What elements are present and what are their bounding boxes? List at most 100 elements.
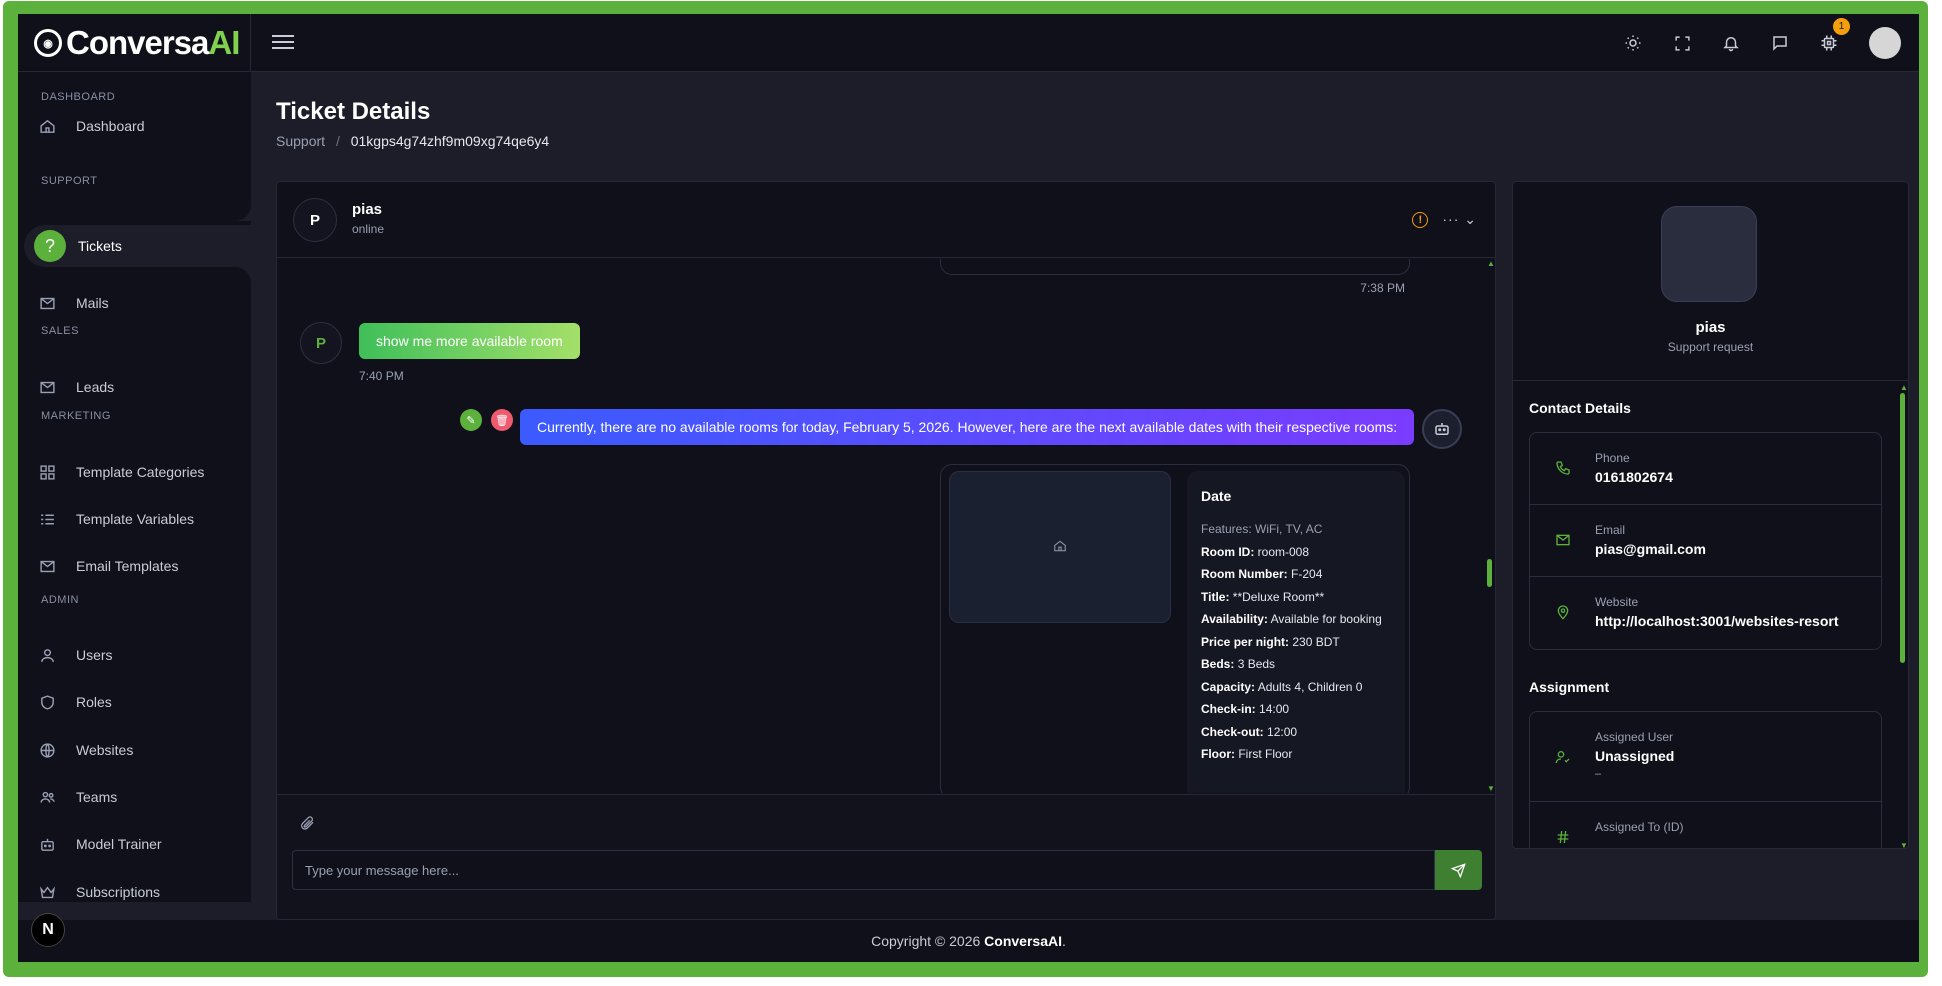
- room-field-row: Capacity: Adults 4, Children 0: [1201, 676, 1391, 699]
- notification-badge: 1: [1833, 18, 1850, 35]
- crown-icon: [38, 883, 56, 901]
- scroll-thumb[interactable]: [1900, 393, 1905, 663]
- alert-icon[interactable]: !: [1412, 211, 1429, 228]
- sidebar-item-label: Tickets: [78, 238, 122, 254]
- nextjs-dev-badge[interactable]: N: [31, 913, 65, 947]
- trash-icon[interactable]: 🗑: [491, 409, 513, 431]
- email-value[interactable]: pias@gmail.com: [1595, 541, 1706, 557]
- room-field-value: 3 Beds: [1237, 657, 1276, 671]
- previous-room-card: [940, 259, 1410, 275]
- website-link[interactable]: http://localhost:3001/websites-resort: [1595, 613, 1839, 629]
- room-card: Date Features: WiFi, TV, AC Room ID: roo…: [940, 464, 1410, 793]
- sidebar-item-tickets[interactable]: ? Tickets: [24, 225, 251, 267]
- sidebar-item-websites[interactable]: Websites: [18, 732, 251, 768]
- home-icon: [38, 117, 56, 135]
- assigned-user-row: Assigned User Unassigned –: [1530, 712, 1881, 802]
- section-support: SUPPORT: [41, 175, 98, 187]
- user-icon: [38, 646, 56, 664]
- location-pin-icon: [1554, 603, 1572, 621]
- menu-toggle-icon[interactable]: [272, 31, 294, 51]
- room-field-label: Floor:: [1201, 747, 1235, 761]
- fullscreen-icon[interactable]: [1671, 32, 1693, 54]
- contact-status: online: [352, 222, 385, 236]
- edit-icon[interactable]: ✎: [460, 409, 482, 431]
- footer-suffix: .: [1061, 933, 1066, 949]
- sidebar-item-label: Mails: [76, 295, 109, 311]
- section-sales: SALES: [41, 325, 79, 337]
- chat-header: P pias online ! ··· ⌄: [277, 182, 1495, 258]
- footer-brand: ConversaAI: [984, 933, 1062, 949]
- breadcrumb-separator: /: [335, 133, 340, 149]
- logo[interactable]: ◉ ConversaAI: [18, 14, 251, 72]
- scroll-up-icon[interactable]: ▲: [1900, 383, 1908, 392]
- contact-avatar: P: [293, 198, 337, 242]
- globe-icon: [38, 741, 56, 759]
- room-field-value: 12:00: [1267, 724, 1298, 739]
- mail-icon: [38, 294, 56, 312]
- sidebar-item-label: Leads: [76, 379, 115, 395]
- sidebar-item-template-categories[interactable]: Template Categories: [18, 454, 251, 490]
- room-field-value: Available for booking: [1270, 612, 1382, 626]
- send-button[interactable]: [1435, 850, 1482, 890]
- sidebar-item-label: Websites: [76, 742, 134, 758]
- message-list[interactable]: 7:38 PM P show me more available room 7:…: [277, 259, 1495, 793]
- list-icon: [38, 510, 56, 528]
- sidebar-item-label: Teams: [76, 789, 118, 805]
- bell-icon[interactable]: [1720, 32, 1742, 54]
- scroll-up-icon[interactable]: ▲: [1487, 259, 1495, 268]
- sidebar-item-label: Users: [76, 647, 113, 663]
- room-fields: Room ID: room-008 Room Number: F-204 Title…: [1201, 541, 1391, 766]
- sidebar-item-subscriptions[interactable]: Subscriptions: [18, 874, 251, 910]
- room-field-value: F-204: [1291, 567, 1323, 581]
- sidebar-item-email-templates[interactable]: Email Templates: [18, 548, 251, 584]
- hash-icon: [1554, 828, 1572, 846]
- home-icon: [1053, 539, 1067, 556]
- breadcrumb: Support / 01kgps4g74zhf9m09xg74qe6y4: [276, 133, 549, 149]
- sidebar-item-leads[interactable]: Leads: [18, 369, 251, 405]
- phone-row: Phone 0161802674: [1530, 433, 1881, 505]
- room-field-row: Room ID: room-008: [1201, 541, 1391, 564]
- profile-image: [1661, 206, 1757, 302]
- sidebar-item-teams[interactable]: Teams: [18, 779, 251, 815]
- user-message-bubble: show me more available room: [359, 323, 580, 359]
- grid-icon: [38, 463, 56, 481]
- sun-icon[interactable]: [1622, 32, 1644, 54]
- paperclip-icon[interactable]: [299, 815, 315, 836]
- room-field-value: **Deluxe Room**: [1232, 589, 1325, 604]
- chat-scrollbar[interactable]: ▲ ▼: [1487, 259, 1495, 793]
- sidebar-item-label: Model Trainer: [76, 836, 162, 852]
- more-options-icon[interactable]: ··· ⌄: [1442, 211, 1477, 228]
- breadcrumb-support-link[interactable]: Support: [276, 133, 325, 149]
- room-field-label: Check-in:: [1201, 702, 1256, 716]
- room-features: Features: WiFi, TV, AC: [1201, 522, 1323, 536]
- screen-frame: ◉ ConversaAI 1 DASHBOARD Dashboard SUPPO…: [0, 0, 1942, 986]
- sidebar-item-users[interactable]: Users: [18, 637, 251, 673]
- logo-icon: ◉: [34, 29, 62, 57]
- room-field-row: Check-out: 12:00: [1201, 721, 1391, 744]
- scroll-down-icon[interactable]: ▼: [1487, 784, 1495, 793]
- room-field-row: Price per night: 230 BDT: [1201, 631, 1391, 654]
- room-field-row: Room Number: F-204: [1201, 563, 1391, 586]
- sidebar-curve-bottom: [208, 267, 251, 283]
- sidebar-item-mails[interactable]: Mails: [18, 285, 251, 321]
- mail-icon: [38, 557, 56, 575]
- user-avatar[interactable]: [1869, 27, 1901, 59]
- user-message-avatar: P: [300, 322, 342, 364]
- panel-scrollbar[interactable]: ▲ ▼: [1900, 383, 1908, 848]
- scroll-thumb[interactable]: [1487, 559, 1492, 587]
- chip-icon[interactable]: 1: [1818, 18, 1850, 54]
- room-card-title: Date: [1201, 488, 1232, 504]
- sidebar-item-template-variables[interactable]: Template Variables: [18, 501, 251, 537]
- assigned-user-value: Unassigned: [1595, 748, 1675, 764]
- page-footer: Copyright © 2026 ConversaAI.: [18, 920, 1919, 962]
- top-header: ◉ ConversaAI 1: [18, 14, 1919, 72]
- sidebar-item-model-trainer[interactable]: Model Trainer: [18, 826, 251, 862]
- section-dashboard: DASHBOARD: [41, 91, 116, 103]
- chat-icon[interactable]: [1769, 32, 1791, 54]
- scroll-down-icon[interactable]: ▼: [1900, 841, 1908, 848]
- sidebar-item-dashboard[interactable]: Dashboard: [18, 108, 251, 144]
- sidebar-item-roles[interactable]: Roles: [18, 684, 251, 720]
- room-field-row: Title: **Deluxe Room**: [1201, 586, 1391, 609]
- message-input[interactable]: [292, 850, 1435, 890]
- room-field-label: Title:: [1201, 589, 1230, 604]
